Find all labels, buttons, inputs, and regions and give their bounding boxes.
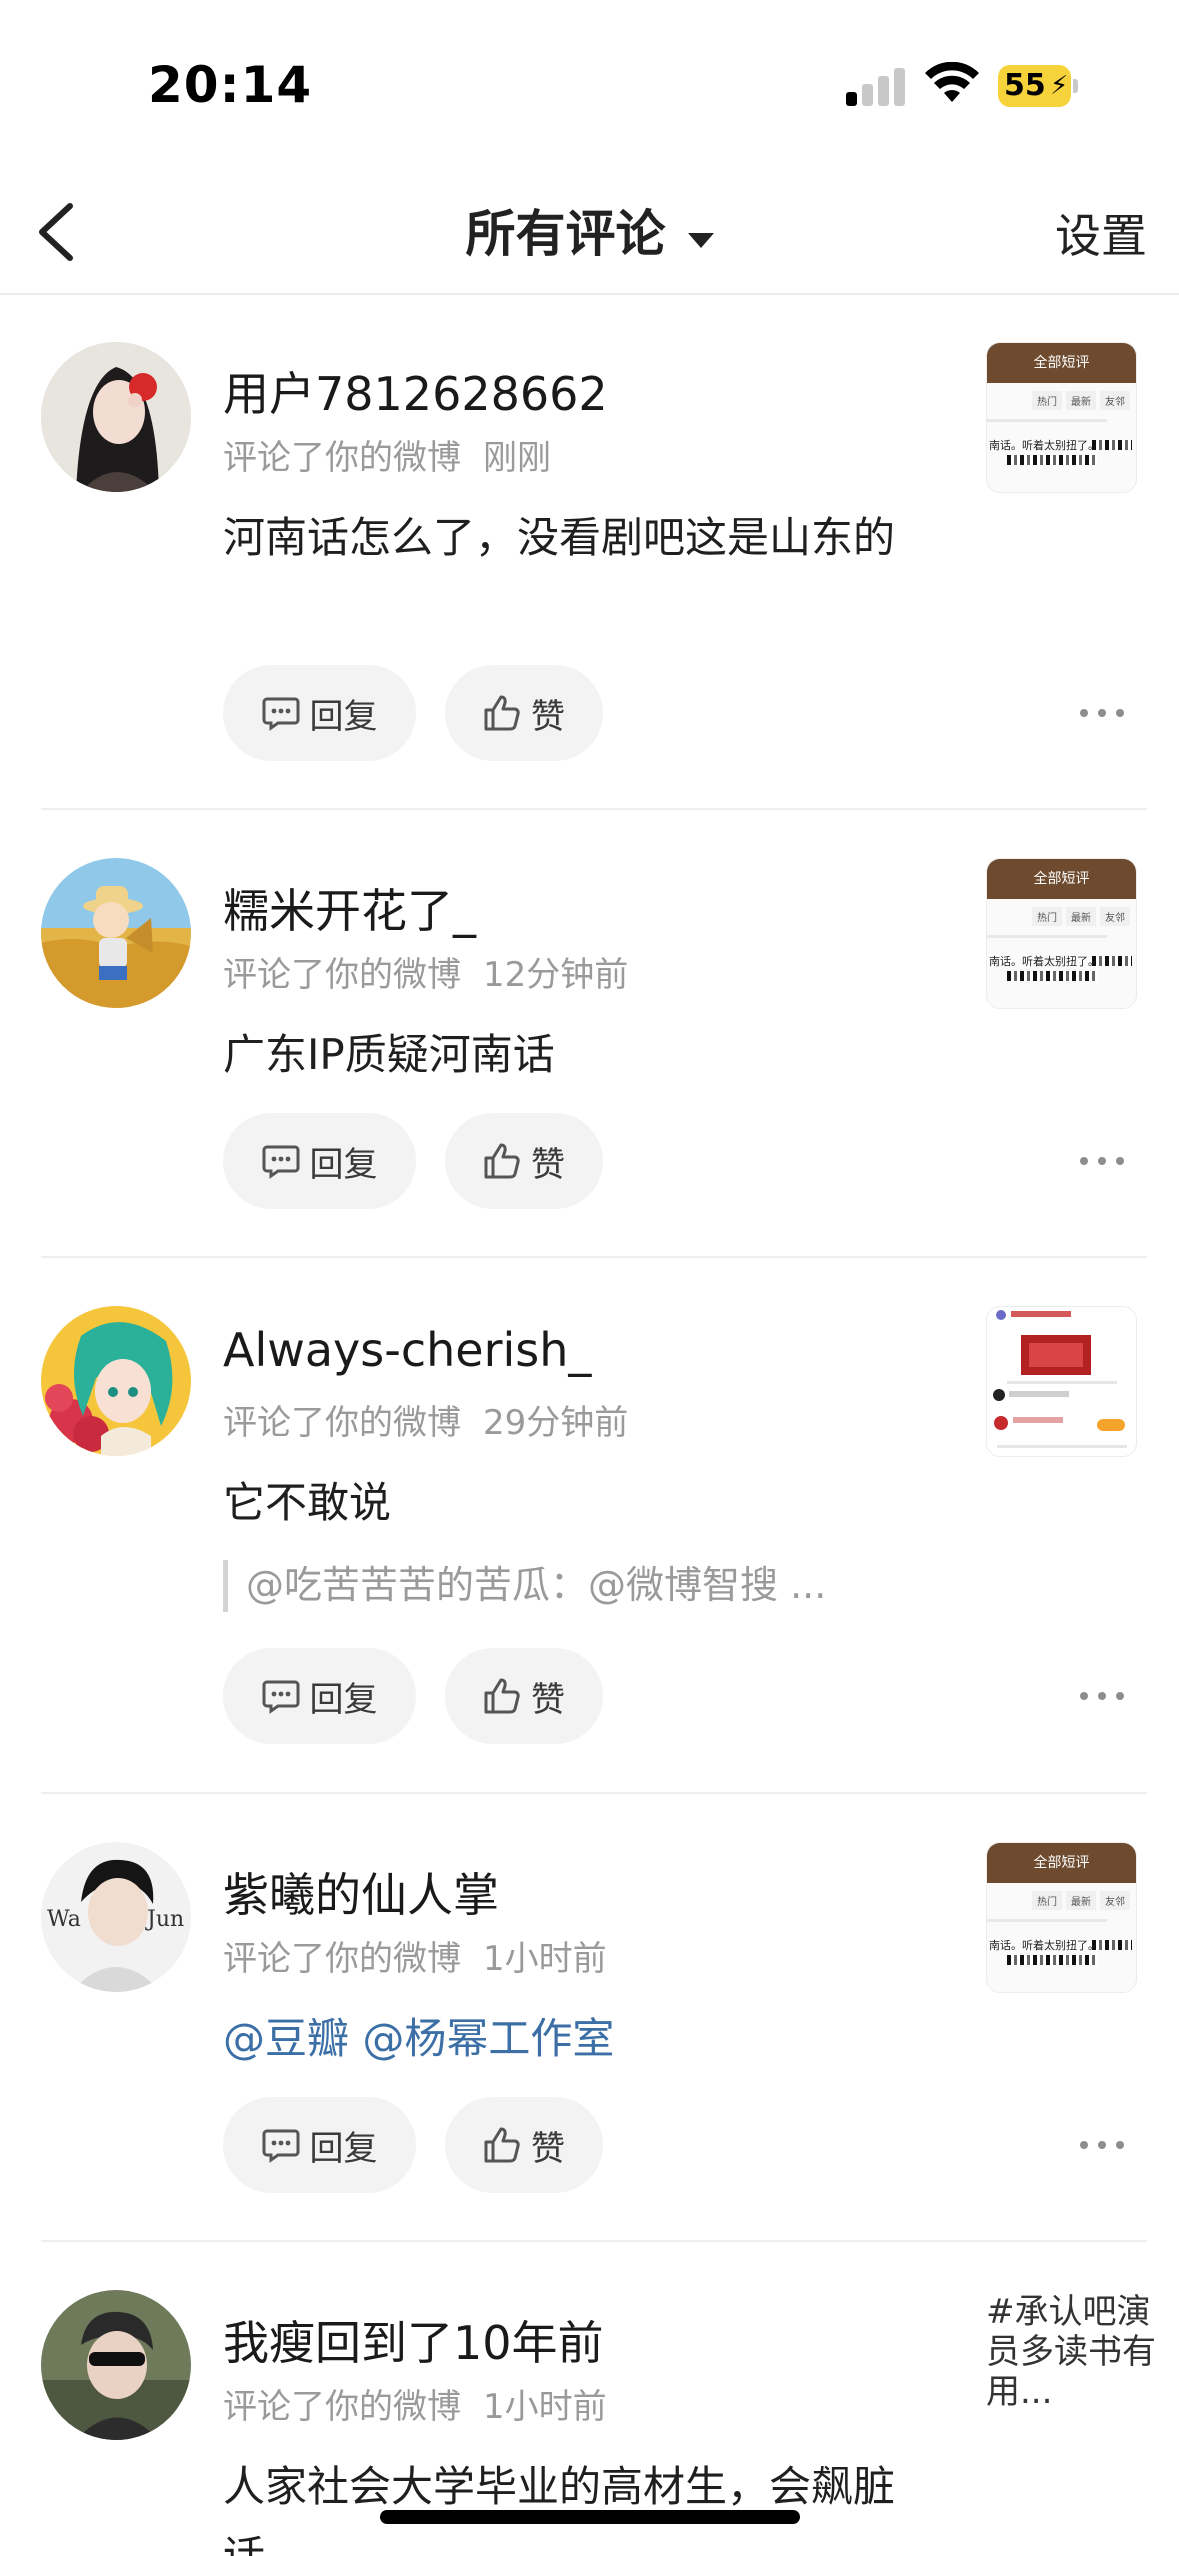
divider bbox=[41, 2240, 1147, 2242]
comment-username[interactable]: 紫曦的仙人掌 bbox=[223, 1859, 499, 1925]
more-options-icon[interactable] bbox=[1080, 1151, 1124, 1171]
like-button[interactable]: 赞 bbox=[445, 1648, 603, 1744]
avatar[interactable] bbox=[41, 2290, 191, 2440]
reply-button[interactable]: 回复 bbox=[223, 1113, 416, 1209]
like-button[interactable]: 赞 bbox=[445, 2097, 603, 2193]
comment-text[interactable]: 它不敢说 bbox=[223, 1468, 923, 1538]
comment-time: 29分钟前 bbox=[483, 1403, 629, 1443]
comment-username[interactable]: 用户7812628662 bbox=[223, 358, 608, 424]
like-label: 赞 bbox=[531, 1144, 565, 1185]
reply-label: 回复 bbox=[309, 1144, 378, 1185]
avatar[interactable] bbox=[41, 1306, 191, 1456]
comment-text[interactable]: 人家社会大学毕业的高材生，会飙脏话 bbox=[223, 2452, 903, 2556]
comment-meta: 评论了你的微博 刚刚 bbox=[223, 430, 551, 479]
svg-text:Wa: Wa bbox=[47, 1907, 81, 1932]
comment-action: 评论了你的微博 bbox=[223, 955, 461, 995]
post-thumbnail[interactable]: 全部短评 热门 最新 友邻 南话。听着太别扭了。 bbox=[986, 858, 1137, 1009]
comment-username[interactable]: Always-cherish_ bbox=[223, 1323, 591, 1377]
like-label: 赞 bbox=[531, 696, 565, 737]
comment-action: 评论了你的微博 bbox=[223, 2387, 461, 2427]
thumbnail-header: 全部短评 bbox=[987, 859, 1136, 899]
thumbs-up-icon bbox=[484, 695, 520, 731]
avatar[interactable]: Wa Jun bbox=[41, 1842, 191, 1992]
reply-button[interactable]: 回复 bbox=[223, 665, 416, 761]
comment-meta: 评论了你的微博 1小时前 bbox=[223, 2379, 607, 2428]
settings-button[interactable]: 设置 bbox=[1055, 200, 1147, 266]
comment-icon bbox=[262, 1680, 299, 1714]
page-title: 所有评论 bbox=[465, 205, 666, 263]
filter-dropdown[interactable]: 所有评论 bbox=[0, 194, 1179, 266]
post-thumbnail[interactable]: 全部短评 热门 最新 友邻 南话。听着太别扭了。 bbox=[986, 342, 1137, 493]
divider bbox=[41, 808, 1147, 810]
cellular-signal-icon bbox=[846, 66, 906, 106]
like-label: 赞 bbox=[531, 1679, 565, 1720]
more-options-icon[interactable] bbox=[1080, 2135, 1124, 2155]
comment-action: 评论了你的微博 bbox=[223, 438, 461, 478]
comment-time: 刚刚 bbox=[483, 438, 551, 478]
more-options-icon[interactable] bbox=[1080, 703, 1124, 723]
comment-meta: 评论了你的微博 12分钟前 bbox=[223, 947, 628, 996]
comment-icon bbox=[262, 697, 299, 731]
thumbnail-header: 全部短评 bbox=[987, 1843, 1136, 1883]
thumbs-up-icon bbox=[484, 2127, 520, 2163]
comment-text[interactable]: 河南话怎么了，没看剧吧这是山东的 bbox=[223, 503, 903, 573]
caret-down-icon bbox=[687, 233, 714, 248]
comment-username[interactable]: 糯米开花了_ bbox=[223, 875, 476, 941]
nav-header: 所有评论 设置 bbox=[0, 170, 1179, 295]
comment-action: 评论了你的微博 bbox=[223, 1403, 461, 1443]
wifi-icon bbox=[925, 62, 979, 102]
post-thumbnail[interactable]: 全部短评 热门 最新 友邻 南话。听着太别扭了。 bbox=[986, 1842, 1137, 1993]
thumbs-up-icon bbox=[484, 1678, 520, 1714]
comment-username[interactable]: 我瘦回到了10年前 bbox=[223, 2307, 604, 2373]
quoted-comment[interactable]: @吃苦苦苦的苦瓜：@微博智搜 ... bbox=[223, 1560, 826, 1612]
battery-icon: 55 ⚡ bbox=[998, 65, 1078, 107]
thumbnail-header: 全部短评 bbox=[987, 343, 1136, 383]
comment-time: 1小时前 bbox=[483, 1939, 607, 1979]
avatar[interactable] bbox=[41, 342, 191, 492]
comment-text[interactable]: 广东IP质疑河南话 bbox=[223, 1020, 923, 1090]
comment-icon bbox=[262, 2129, 299, 2163]
divider bbox=[41, 1256, 1147, 1258]
status-bar: 20:14 55 ⚡ bbox=[0, 0, 1179, 170]
reply-label: 回复 bbox=[309, 2128, 378, 2169]
thumbs-up-icon bbox=[484, 1143, 520, 1179]
like-button[interactable]: 赞 bbox=[445, 665, 603, 761]
reply-label: 回复 bbox=[309, 696, 378, 737]
comment-text[interactable]: @豆瓣 @杨幂工作室 bbox=[223, 2004, 923, 2074]
reply-button[interactable]: 回复 bbox=[223, 1648, 416, 1744]
svg-text:Jun: Jun bbox=[145, 1907, 184, 1932]
status-time: 20:14 bbox=[148, 56, 313, 114]
comment-time: 12分钟前 bbox=[483, 955, 629, 995]
comment-meta: 评论了你的微博 29分钟前 bbox=[223, 1395, 628, 1444]
comment-time: 1小时前 bbox=[483, 2387, 607, 2427]
comment-action: 评论了你的微博 bbox=[223, 1939, 461, 1979]
comment-meta: 评论了你的微博 1小时前 bbox=[223, 1931, 607, 1980]
more-options-icon[interactable] bbox=[1080, 1686, 1124, 1706]
post-thumbnail[interactable] bbox=[986, 1306, 1137, 1457]
like-button[interactable]: 赞 bbox=[445, 1113, 603, 1209]
post-text-preview[interactable]: #承认吧演员多读书有用... bbox=[986, 2292, 1156, 2412]
like-label: 赞 bbox=[531, 2128, 565, 2169]
battery-level: 55 bbox=[1004, 68, 1046, 103]
avatar[interactable] bbox=[41, 858, 191, 1008]
comment-icon bbox=[262, 1145, 299, 1179]
reply-button[interactable]: 回复 bbox=[223, 2097, 416, 2193]
reply-label: 回复 bbox=[309, 1679, 378, 1720]
divider bbox=[41, 1792, 1147, 1794]
home-indicator[interactable] bbox=[380, 2510, 800, 2524]
